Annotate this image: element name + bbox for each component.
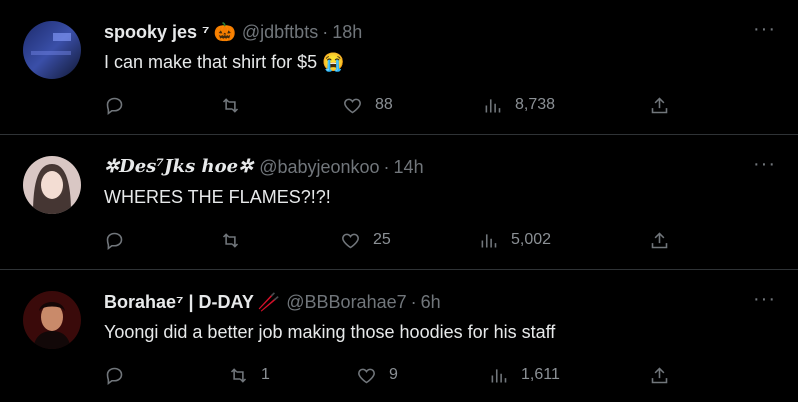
tweet-text: WHERES THE FLAMES?!?!	[104, 187, 331, 207]
views-count: 1,611	[521, 366, 560, 383]
views-icon	[485, 98, 501, 112]
reply-button[interactable]	[104, 92, 137, 118]
tweet-text: Yoongi did a better job making those hoo…	[104, 322, 556, 342]
like-count: 25	[373, 231, 391, 248]
like-icon	[344, 98, 361, 113]
separator-dot: ·	[383, 157, 390, 177]
views-button[interactable]: 1,611	[488, 362, 560, 388]
share-button[interactable]	[649, 92, 670, 118]
avatar[interactable]	[23, 21, 81, 79]
share-icon	[651, 366, 668, 383]
handle[interactable]: @jdbftbts	[242, 20, 318, 44]
separator-dot: ·	[322, 22, 329, 42]
tweet[interactable]: ✲Des⁷Jks hoe✲ @babyjeonkoo · 14h WHERES …	[0, 135, 798, 270]
views-count: 8,738	[515, 96, 556, 113]
tweet[interactable]: spooky jes ⁷ 🎃 @jdbftbts · 18h I can mak…	[0, 0, 798, 135]
retweet-button[interactable]: 1	[228, 362, 270, 388]
share-icon	[651, 96, 668, 113]
action-bar: 25 5,002	[104, 227, 674, 253]
retweet-count: 1	[261, 366, 270, 383]
avatar[interactable]	[23, 291, 81, 349]
handle[interactable]: @BBBorahae7	[286, 290, 406, 314]
tweet-header: spooky jes ⁷ 🎃 @jdbftbts · 18h	[104, 20, 362, 44]
tweet-text: I can make that shirt for $5 😭	[104, 52, 345, 72]
name-emoji: 🎃	[213, 22, 236, 42]
timestamp[interactable]: 6h	[421, 290, 441, 314]
views-icon	[491, 368, 507, 382]
separator-dot: ·	[410, 292, 417, 312]
reply-button[interactable]	[104, 227, 137, 253]
like-button[interactable]: 9	[356, 362, 398, 388]
retweet-icon	[222, 232, 239, 248]
more-icon[interactable]: ···	[753, 154, 776, 174]
share-button[interactable]	[649, 227, 670, 253]
like-button[interactable]: 88	[342, 92, 393, 118]
retweet-button[interactable]	[220, 227, 253, 253]
reply-icon	[106, 97, 123, 115]
retweet-icon	[230, 367, 247, 383]
like-icon	[358, 368, 375, 383]
views-icon	[481, 233, 497, 247]
name-emoji: 🥢	[257, 292, 281, 312]
reply-icon	[106, 367, 123, 385]
reply-icon	[106, 232, 123, 250]
timestamp[interactable]: 14h	[394, 155, 424, 179]
like-icon	[342, 233, 359, 248]
tweet-header: ✲Des⁷Jks hoe✲ @babyjeonkoo · 14h	[104, 155, 424, 179]
retweet-icon	[222, 97, 239, 113]
avatar[interactable]	[23, 156, 81, 214]
reply-button[interactable]	[104, 362, 137, 388]
display-name[interactable]: spooky jes ⁷	[104, 20, 209, 44]
timestamp[interactable]: 18h	[332, 20, 362, 44]
views-button[interactable]: 5,002	[478, 227, 551, 253]
tweet[interactable]: Borahae⁷ | D-DAY 🥢 @BBBorahae7 · 6h Yoon…	[0, 270, 798, 402]
share-icon	[651, 231, 668, 248]
action-bar: 1 9 1,611	[104, 362, 674, 388]
more-icon[interactable]: ···	[753, 289, 776, 309]
like-count: 88	[375, 96, 393, 113]
action-bar: 88 8,738	[104, 92, 674, 118]
like-button[interactable]: 25	[340, 227, 391, 253]
retweet-button[interactable]	[220, 92, 253, 118]
like-count: 9	[389, 366, 398, 383]
display-name[interactable]: ✲Des⁷Jks hoe✲	[104, 155, 253, 179]
views-count: 5,002	[511, 231, 552, 248]
handle[interactable]: @babyjeonkoo	[259, 155, 379, 179]
views-button[interactable]: 8,738	[482, 92, 555, 118]
display-name[interactable]: Borahae⁷ | D-DAY	[104, 290, 254, 314]
more-icon[interactable]: ···	[753, 19, 776, 39]
tweet-header: Borahae⁷ | D-DAY 🥢 @BBBorahae7 · 6h	[104, 290, 441, 314]
share-button[interactable]	[649, 362, 670, 388]
